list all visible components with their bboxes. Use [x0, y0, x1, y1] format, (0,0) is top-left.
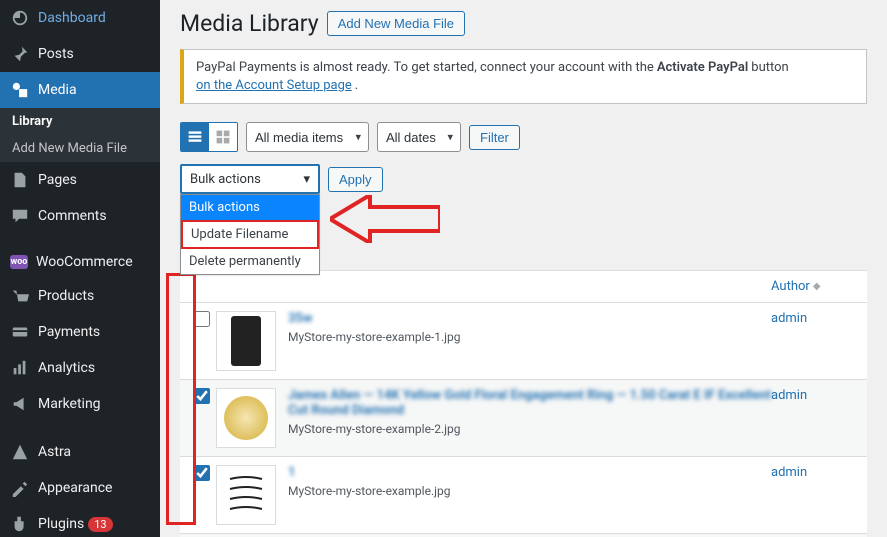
notice-text: PayPal Payments is almost ready. To get …: [196, 60, 654, 75]
view-mode-toggle: [180, 122, 238, 152]
sidebar-label: Marketing: [38, 396, 101, 412]
author-link[interactable]: admin: [771, 388, 807, 403]
apply-button[interactable]: Apply: [328, 167, 383, 192]
bulk-selected-label: Bulk actions: [190, 172, 261, 187]
media-filename: MyStore-my-store-example-2.jpg: [288, 422, 771, 436]
payment-icon: [10, 322, 30, 342]
row-checkbox[interactable]: [194, 311, 210, 327]
table-row: 35w MyStore-my-store-example-1.jpg admin: [180, 303, 867, 380]
sidebar-label: Media: [38, 82, 77, 98]
notice-link[interactable]: on the Account Setup page: [196, 78, 352, 93]
notice-bold: Activate PayPal: [657, 60, 748, 75]
bulk-option-delete[interactable]: Delete permanently: [181, 249, 319, 274]
analytics-icon: [10, 358, 30, 378]
sidebar-subitem-add-new[interactable]: Add New Media File: [0, 135, 160, 162]
sort-icon: ◆: [813, 281, 821, 292]
sidebar-item-posts[interactable]: Posts: [0, 36, 160, 72]
sidebar-item-marketing[interactable]: Marketing: [0, 386, 160, 422]
sidebar-item-payments[interactable]: Payments: [0, 314, 160, 350]
page-icon: [10, 170, 30, 190]
appearance-icon: [10, 478, 30, 498]
main-content: Media Library Add New Media File PayPal …: [160, 0, 887, 537]
sidebar-label: Dashboard: [38, 10, 106, 26]
sidebar-item-appearance[interactable]: Appearance: [0, 470, 160, 506]
sidebar-item-astra[interactable]: Astra: [0, 434, 160, 470]
bulk-option-update-filename[interactable]: Update Filename: [181, 220, 319, 249]
table-row: 1 MyStore-my-store-example.jpg admin: [180, 457, 867, 534]
sidebar-label: Pages: [38, 172, 77, 188]
sidebar-item-analytics[interactable]: Analytics: [0, 350, 160, 386]
media-title-link[interactable]: 1: [288, 465, 771, 480]
notice-mid: button: [751, 60, 788, 75]
media-title-link[interactable]: 35w: [288, 311, 771, 326]
media-thumbnail[interactable]: [216, 388, 276, 448]
astra-icon: [10, 442, 30, 462]
media-table: Author ◆ 35w MyStore-my-store-example-1.…: [180, 270, 867, 537]
sidebar-item-media[interactable]: Media: [0, 72, 160, 108]
author-link[interactable]: admin: [771, 465, 807, 480]
plugins-update-badge: 13: [88, 517, 112, 532]
media-title-link[interactable]: James Allen — 14K Yellow Gold Floral Eng…: [288, 388, 771, 418]
sidebar-item-comments[interactable]: Comments: [0, 198, 160, 234]
plugins-icon: [10, 514, 30, 534]
sidebar-item-plugins[interactable]: Plugins 13: [0, 506, 160, 537]
add-new-media-button[interactable]: Add New Media File: [327, 11, 465, 36]
sidebar-label: Posts: [38, 46, 74, 62]
filter-button[interactable]: Filter: [469, 125, 520, 150]
sidebar-submenu-media: Library Add New Media File: [0, 108, 160, 162]
media-type-filter[interactable]: All media items: [246, 122, 369, 152]
sidebar-item-dashboard[interactable]: Dashboard: [0, 0, 160, 36]
column-header-author[interactable]: Author ◆: [771, 279, 861, 294]
row-checkbox[interactable]: [194, 388, 210, 404]
bulk-actions-select[interactable]: Bulk actions ▾: [180, 164, 320, 194]
sidebar-label: Plugins: [38, 516, 84, 532]
dashboard-icon: [10, 8, 30, 28]
media-icon: [10, 80, 30, 100]
sidebar-subitem-library[interactable]: Library: [0, 108, 160, 135]
paypal-notice: PayPal Payments is almost ready. To get …: [180, 49, 867, 104]
notice-end: .: [355, 78, 358, 93]
bulk-option-bulk-actions[interactable]: Bulk actions: [181, 195, 319, 220]
woo-icon: woo: [10, 255, 28, 269]
comment-icon: [10, 206, 30, 226]
bulk-actions-dropdown: Bulk actions Update Filename Delete perm…: [180, 194, 320, 275]
media-thumbnail[interactable]: [216, 465, 276, 525]
sidebar-label: Comments: [38, 208, 107, 224]
table-row: James Allen — 14K Yellow Gold Floral Eng…: [180, 380, 867, 457]
media-filename: MyStore-my-store-example-1.jpg: [288, 330, 771, 344]
marketing-icon: [10, 394, 30, 414]
grid-view-button[interactable]: [209, 123, 237, 151]
admin-sidebar: Dashboard Posts Media Library Add New Me…: [0, 0, 160, 537]
row-checkbox[interactable]: [194, 465, 210, 481]
sidebar-label: Products: [38, 288, 94, 304]
product-icon: [10, 286, 30, 306]
author-link[interactable]: admin: [771, 311, 807, 326]
sidebar-item-woocommerce[interactable]: woo WooCommerce: [0, 246, 160, 278]
media-filename: MyStore-my-store-example.jpg: [288, 484, 771, 498]
author-header-label: Author: [771, 279, 810, 294]
pin-icon: [10, 44, 30, 64]
page-title: Media Library: [180, 10, 319, 37]
date-filter[interactable]: All dates: [377, 122, 461, 152]
sidebar-label: Astra: [38, 444, 71, 460]
sidebar-item-products[interactable]: Products: [0, 278, 160, 314]
sidebar-label: Analytics: [38, 360, 95, 376]
media-thumbnail[interactable]: [216, 311, 276, 371]
sidebar-label: WooCommerce: [36, 254, 133, 270]
sidebar-label: Payments: [38, 324, 100, 340]
sidebar-label: Appearance: [38, 480, 112, 496]
chevron-down-icon: ▾: [303, 172, 310, 187]
list-view-button[interactable]: [181, 123, 209, 151]
sidebar-item-pages[interactable]: Pages: [0, 162, 160, 198]
